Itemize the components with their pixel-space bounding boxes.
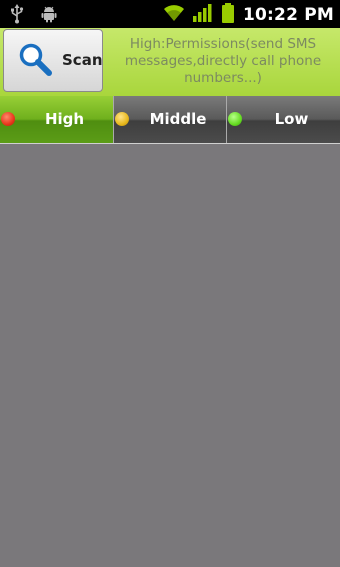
tab-middle[interactable]: Middle	[113, 96, 226, 144]
status-clock: 10:22 PM	[242, 5, 334, 25]
signal-icon	[192, 4, 213, 26]
risk-level-tabs: High Middle Low	[0, 96, 340, 144]
tab-label: Low	[274, 110, 309, 128]
scan-button[interactable]: Scan	[3, 29, 103, 92]
app-list	[0, 144, 340, 567]
yellow-dot-icon	[115, 112, 129, 126]
risk-description: High:Permissions(send SMS messages,direc…	[124, 36, 322, 86]
tab-low[interactable]: Low	[226, 96, 340, 144]
status-bar: 10:22 PM	[0, 0, 340, 28]
red-dot-icon	[1, 112, 15, 126]
scan-label: Scan	[62, 51, 103, 69]
search-icon	[16, 40, 56, 80]
battery-icon	[221, 3, 235, 27]
app-header: Scan High:Permissions(send SMS messages,…	[0, 28, 340, 96]
tab-label: High	[44, 110, 85, 128]
usb-icon	[10, 4, 24, 28]
android-debug-icon	[40, 5, 58, 27]
green-dot-icon	[228, 112, 242, 126]
wifi-icon	[163, 4, 185, 26]
tab-label: Middle	[149, 110, 207, 128]
tab-high[interactable]: High	[0, 96, 113, 144]
